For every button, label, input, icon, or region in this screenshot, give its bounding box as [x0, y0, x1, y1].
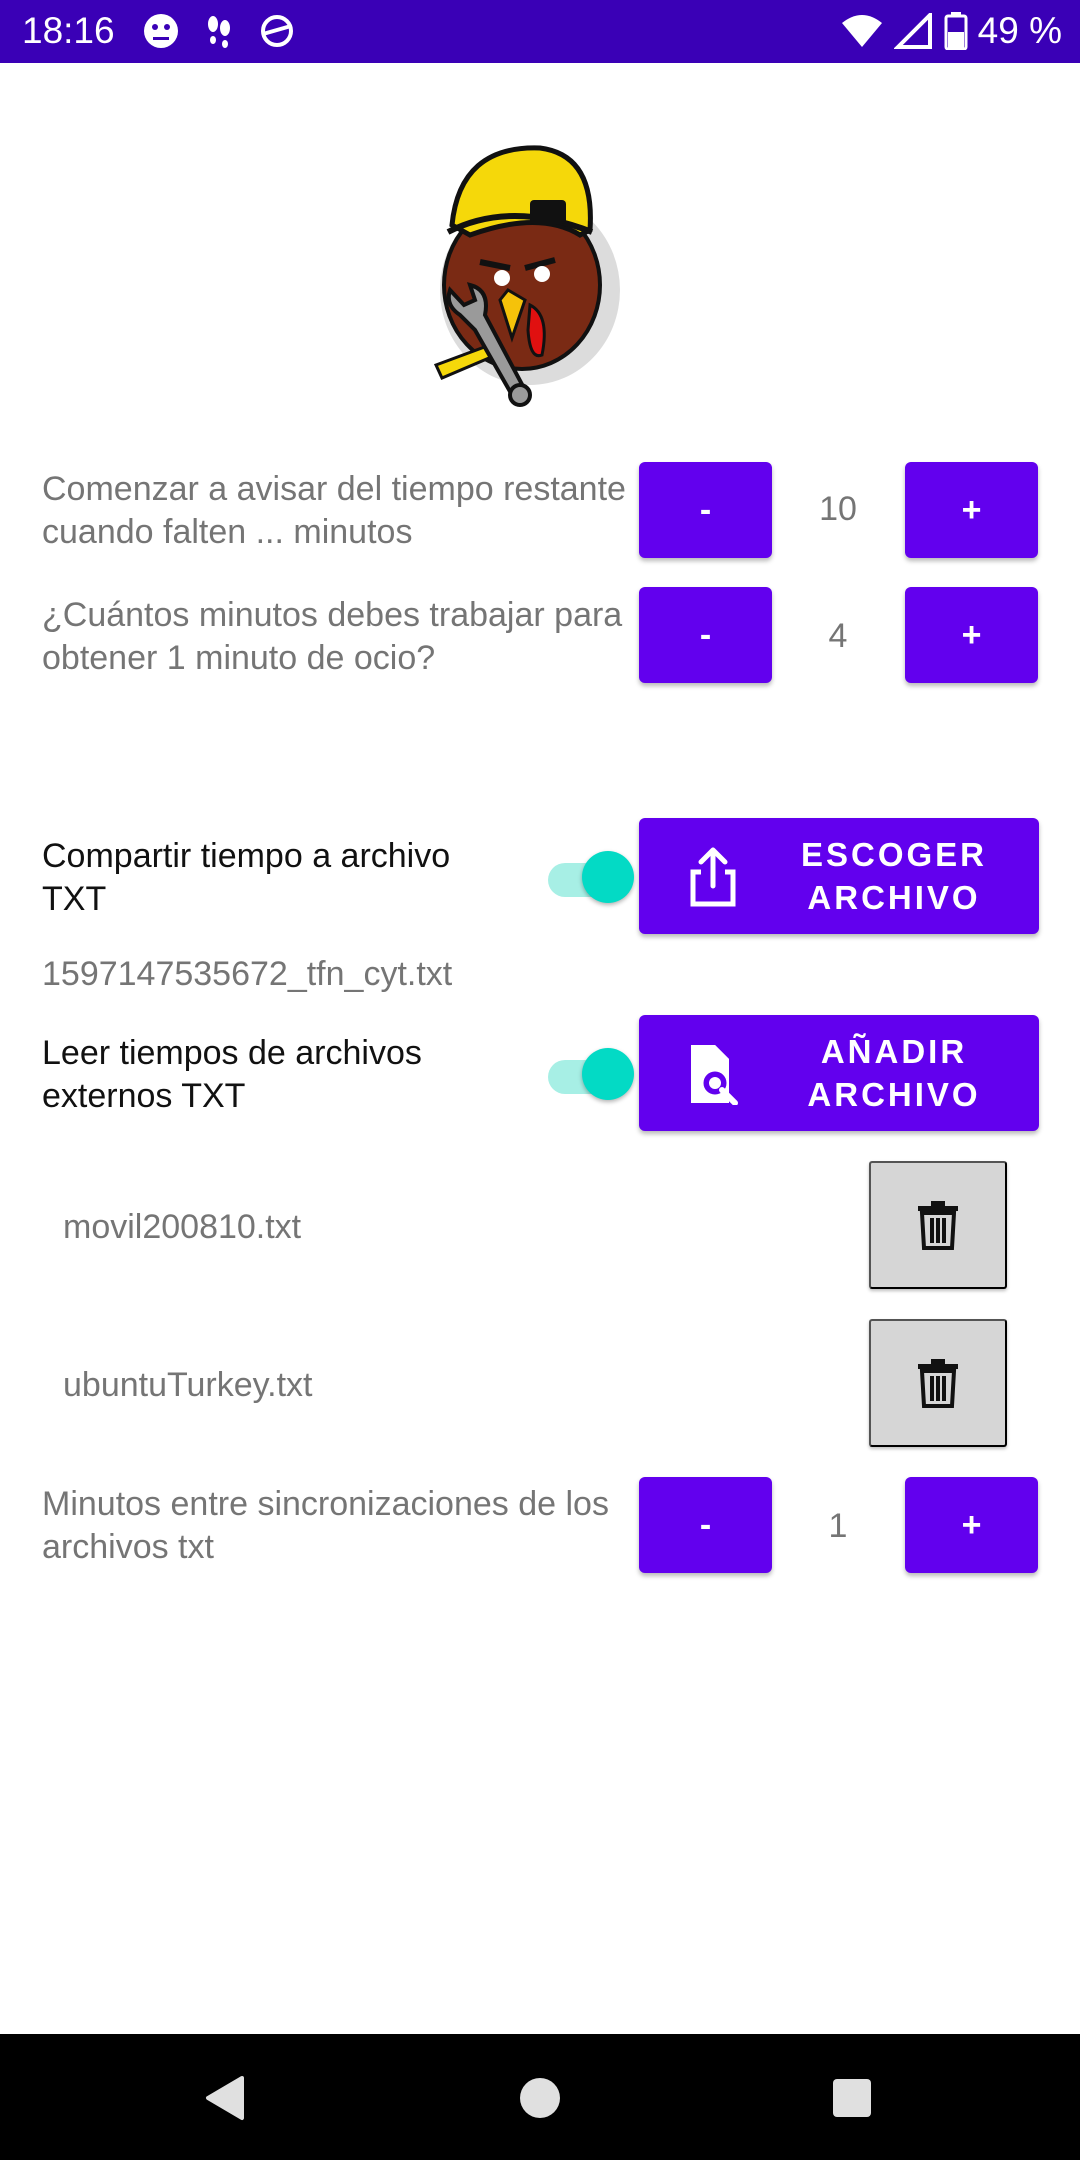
- read-external-label: Leer tiempos de archivos externos TXT: [42, 1034, 422, 1115]
- warn-minutes-label: Comenzar a avisar del tiempo restante cu…: [42, 470, 626, 551]
- choose-file-button[interactable]: ESCOGER ARCHIVO: [639, 818, 1039, 934]
- status-time: 18:16: [22, 10, 115, 51]
- sync-icon: [261, 15, 293, 47]
- navigation-bar: [0, 2034, 1080, 2160]
- delete-file-button[interactable]: [869, 1319, 1007, 1447]
- sync-decrease-button[interactable]: -: [639, 1477, 772, 1573]
- turkey-mascot-logo: [433, 145, 620, 407]
- work-ratio-label: ¿Cuántos minutos debes trabajar para obt…: [42, 596, 623, 677]
- share-time-switch[interactable]: [542, 846, 634, 906]
- battery-percent: 49 %: [977, 10, 1062, 51]
- external-file-name: ubuntuTurkey.txt: [63, 1366, 313, 1404]
- ratio-increase-button[interactable]: +: [905, 587, 1038, 683]
- home-icon[interactable]: [518, 2076, 562, 2120]
- trash-icon: [918, 1359, 958, 1408]
- trash-icon: [918, 1201, 958, 1250]
- warn-increase-button[interactable]: +: [905, 462, 1038, 558]
- status-bar: 18:16 49 %: [0, 0, 1080, 63]
- ratio-value: 4: [828, 617, 848, 655]
- share-icon: [690, 847, 736, 907]
- sync-value: 1: [828, 1507, 848, 1545]
- signal-icon: [893, 13, 932, 49]
- delete-file-button[interactable]: [869, 1161, 1007, 1289]
- read-external-switch[interactable]: [542, 1043, 634, 1103]
- recents-icon[interactable]: [830, 2076, 874, 2120]
- external-file-name: movil200810.txt: [63, 1208, 302, 1246]
- back-icon[interactable]: [202, 2074, 246, 2122]
- ratio-decrease-button[interactable]: -: [639, 587, 772, 683]
- switch-thumb: [582, 851, 634, 903]
- choose-file-label: ESCOGER ARCHIVO: [800, 836, 988, 916]
- battery-icon: [944, 12, 968, 50]
- sync-increase-button[interactable]: +: [905, 1477, 1038, 1573]
- warn-value: 10: [819, 490, 857, 528]
- add-file-button[interactable]: AÑADIR ARCHIVO: [639, 1015, 1039, 1131]
- status-right: 49 %: [840, 10, 1062, 52]
- file-search-icon: [691, 1045, 738, 1105]
- sync-minutes-label: Minutos entre sincronizaciones de los ar…: [42, 1485, 609, 1566]
- switch-thumb: [582, 1048, 634, 1100]
- emoji-icon: [144, 14, 178, 48]
- warn-decrease-button[interactable]: -: [639, 462, 772, 558]
- wifi-icon: [841, 15, 882, 47]
- add-file-label: AÑADIR ARCHIVO: [807, 1033, 981, 1113]
- shared-file-name: 1597147535672_tfn_cyt.txt: [42, 955, 453, 993]
- share-time-label: Compartir tiempo a archivo TXT: [42, 837, 451, 918]
- footprints-icon: [208, 16, 230, 48]
